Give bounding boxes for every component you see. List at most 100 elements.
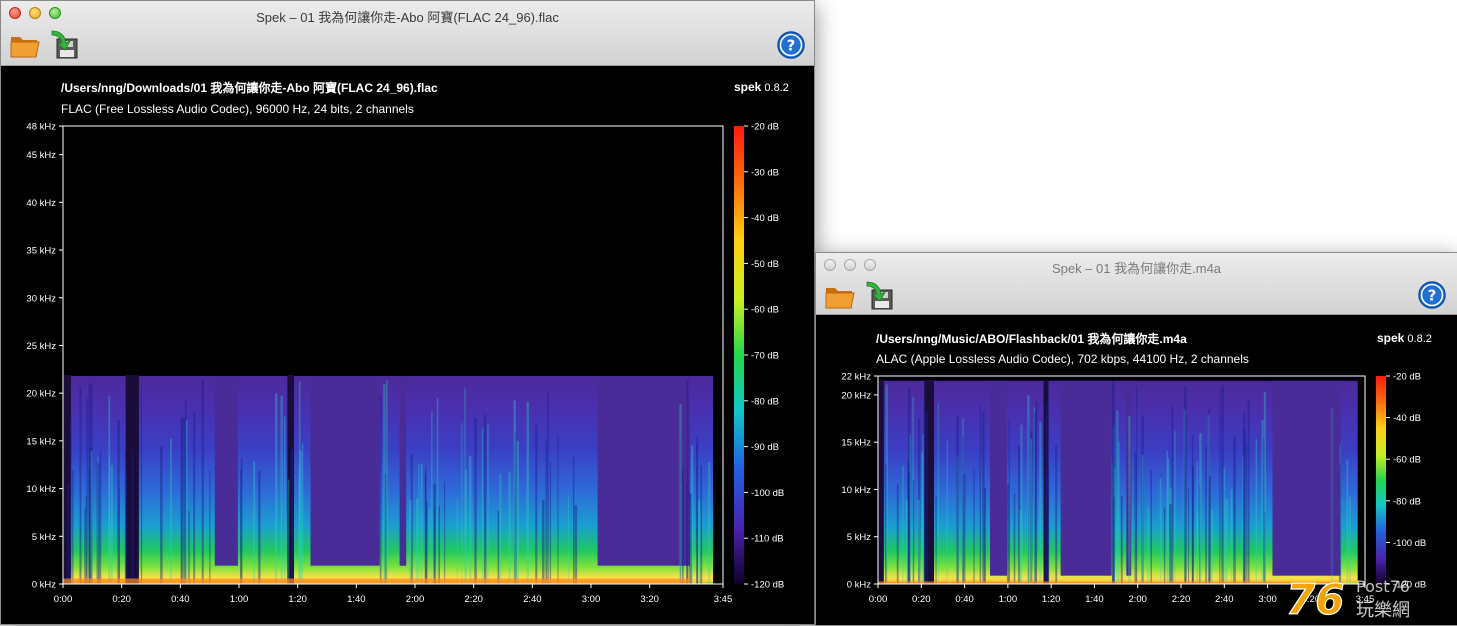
spectral-streak	[1112, 380, 1115, 584]
freq-tick-label: 20 kHz	[26, 389, 56, 400]
spectral-streak	[708, 462, 711, 584]
svg-text:?: ?	[787, 37, 796, 55]
spectral-streak	[1243, 413, 1246, 584]
spectral-streak	[193, 412, 196, 584]
spectral-streak	[1349, 496, 1351, 584]
db-tick-label: -50 dB	[751, 259, 779, 270]
spectral-streak	[535, 424, 538, 584]
spectral-streak	[280, 395, 283, 584]
spectral-streak	[456, 497, 458, 584]
spectral-streak	[1006, 484, 1010, 584]
spectral-streak	[69, 417, 72, 584]
spectral-streak	[183, 417, 186, 584]
spectral-streak	[409, 500, 412, 584]
spectral-streak	[108, 396, 111, 584]
open-folder-icon[interactable]	[824, 280, 856, 310]
spectral-streak	[946, 440, 948, 584]
title-bar[interactable]: Spek – 01 我為何讓你走.m4a ?	[816, 253, 1457, 315]
db-tick-label: -20 dB	[751, 122, 779, 133]
spectral-streak	[1159, 478, 1162, 584]
spectral-streak	[117, 420, 120, 584]
spectrogram-image	[878, 379, 1358, 584]
spectral-streak	[513, 400, 516, 584]
spectral-streak	[188, 511, 190, 584]
spectral-streak	[908, 472, 911, 584]
spectral-streak	[275, 393, 278, 584]
spectral-streak	[125, 473, 128, 584]
spectral-streak	[1013, 493, 1016, 584]
spectral-streak	[696, 445, 698, 584]
db-tick-label: -60 dB	[1393, 455, 1421, 466]
window-title: Spek – 01 我為何讓你走-Abo 阿寶(FLAC 24_96).flac	[256, 10, 559, 25]
spectral-streak	[497, 510, 500, 584]
db-tick-label: -120 dB	[751, 580, 784, 591]
db-color-bar	[734, 126, 744, 584]
save-icon[interactable]	[864, 280, 896, 310]
spectral-streak	[1346, 459, 1349, 584]
spectral-streak	[433, 484, 436, 584]
spek-window-m4a: 0 kHz 5 kHz 10 kHz 15 kHz 20 kHz 22 kHz 0:00 0:…	[815, 252, 1457, 626]
db-color-bar	[1376, 376, 1386, 584]
time-tick-label: 1:40	[347, 594, 366, 605]
spectral-streak	[79, 386, 82, 584]
spectral-streak	[1128, 415, 1131, 584]
spectral-streak	[431, 411, 433, 584]
spectral-streak	[1208, 475, 1211, 584]
spectral-streak	[926, 411, 928, 584]
brand-name: spek	[1377, 331, 1405, 345]
spectral-streak	[1261, 420, 1264, 584]
spectral-streak	[1147, 506, 1150, 584]
spectral-streak	[298, 466, 300, 584]
spectral-streak	[1247, 399, 1250, 584]
freq-tick-label: 5 kHz	[32, 532, 57, 543]
time-tick-label: 1:20	[1042, 594, 1061, 605]
spectral-streak	[1184, 386, 1187, 584]
spectral-streak	[1263, 391, 1266, 584]
spectral-streak	[545, 440, 547, 584]
spectral-streak	[689, 493, 692, 584]
time-tick-label: 0:40	[955, 594, 974, 605]
spectral-streak	[935, 495, 937, 584]
freq-tick-label: 10 kHz	[26, 484, 56, 495]
spectral-streak	[1120, 496, 1123, 584]
time-tick-label: 1:00	[230, 594, 249, 605]
svg-text:?: ?	[1428, 287, 1437, 305]
spectral-streak	[1116, 410, 1119, 584]
spectral-streak	[1136, 386, 1138, 584]
help-icon[interactable]: ?	[1416, 280, 1448, 310]
spectral-streak	[1047, 381, 1049, 584]
spectral-streak	[921, 451, 924, 584]
spectral-streak	[1225, 498, 1228, 584]
spectral-streak	[700, 465, 703, 584]
time-tick-label: 1:40	[1085, 594, 1104, 605]
freq-tick-label: 22 kHz	[841, 372, 871, 383]
open-folder-icon[interactable]	[9, 29, 41, 59]
db-tick-label: -70 dB	[751, 351, 779, 362]
spectral-streak	[924, 409, 926, 584]
title-bar[interactable]: Spek – 01 我為何讓你走-Abo 阿寶(FLAC 24_96).flac…	[1, 1, 814, 66]
help-icon[interactable]: ?	[775, 30, 807, 60]
spectral-streak	[239, 469, 242, 584]
spectral-streak	[1339, 444, 1341, 584]
spectral-streak	[461, 422, 463, 584]
spectral-streak	[1219, 389, 1221, 584]
spectral-streak	[97, 456, 99, 584]
spectral-streak	[1141, 454, 1144, 584]
spectral-streak	[1188, 487, 1190, 584]
save-icon[interactable]	[49, 29, 81, 59]
time-tick-label: 2:40	[1215, 594, 1234, 605]
freq-tick-label: 0 kHz	[32, 580, 57, 591]
spectral-streak	[140, 384, 143, 584]
spectral-streak	[86, 397, 88, 584]
spectral-streak	[474, 418, 477, 584]
time-tick-label: 0:00	[54, 594, 73, 605]
spectral-streak	[67, 483, 70, 584]
spectral-streak	[902, 465, 904, 584]
quiet-section	[1060, 380, 1112, 576]
quiet-section	[399, 375, 407, 566]
spectral-streak	[438, 505, 440, 584]
quiet-section	[1272, 380, 1341, 576]
freq-tick-label: 48 kHz	[26, 122, 56, 133]
spectral-streak	[912, 480, 915, 584]
spectral-streak	[415, 498, 418, 584]
